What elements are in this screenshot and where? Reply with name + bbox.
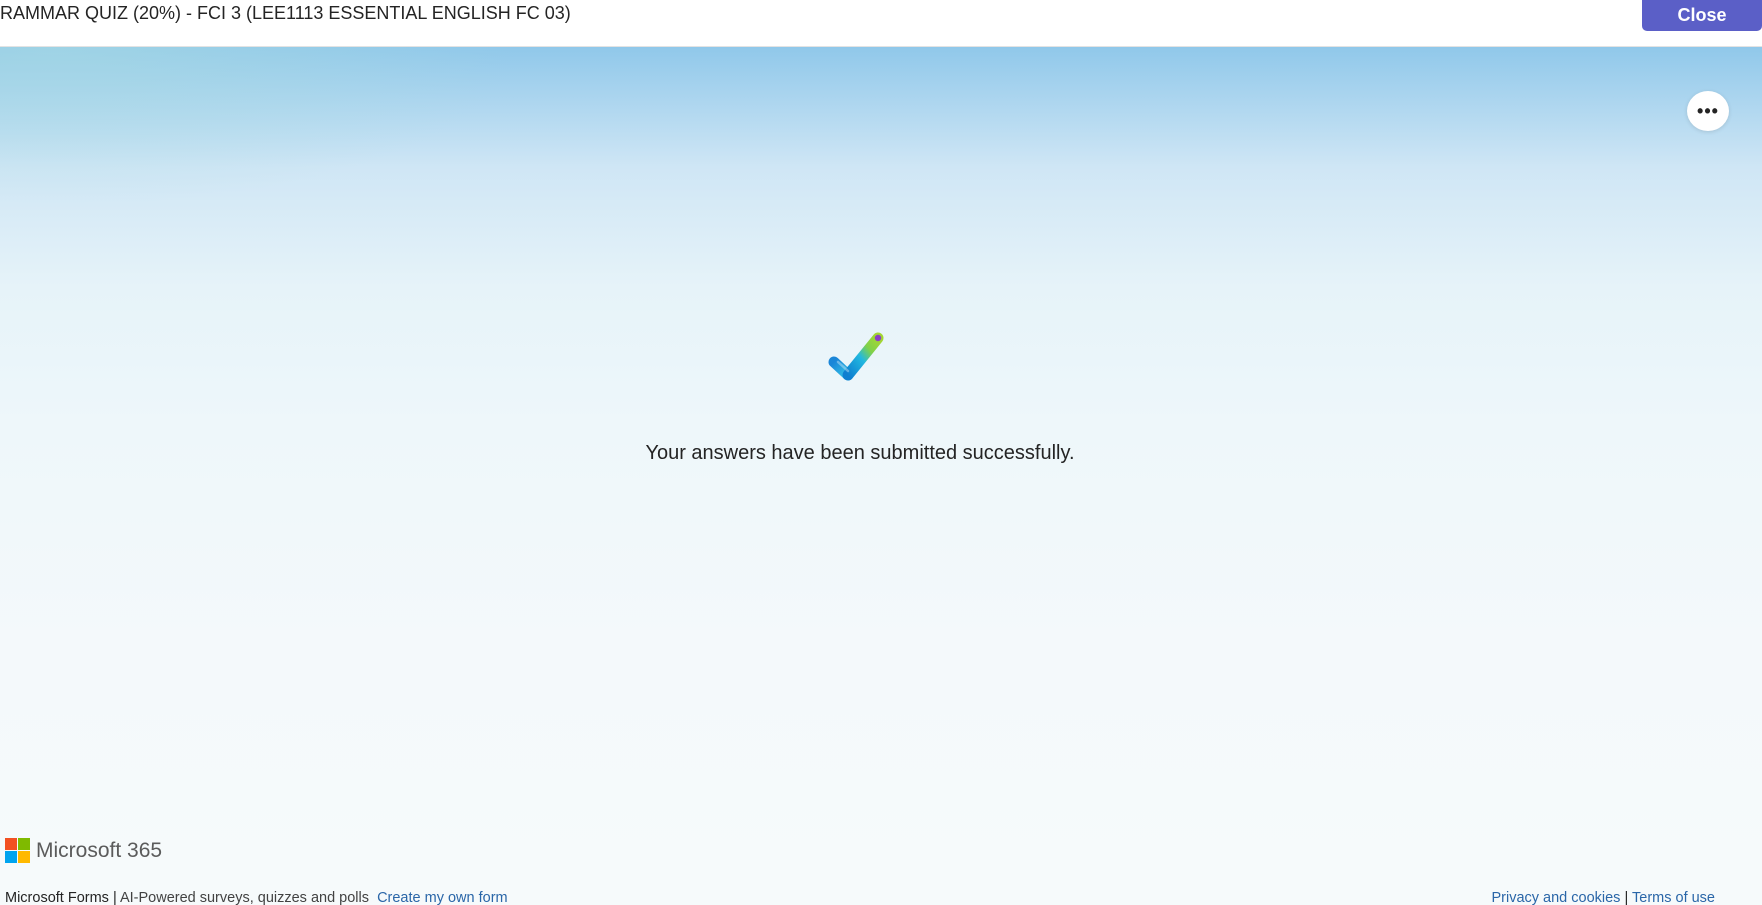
microsoft-365-label: Microsoft 365 (36, 839, 163, 862)
checkmark-icon (828, 332, 884, 381)
microsoft-logo-icon (5, 838, 31, 864)
main-content: ••• Your answers have been submitted suc… (0, 47, 1762, 905)
footer-right: Privacy and cookies | Terms of use (1491, 890, 1715, 905)
forms-tagline: AI-Powered surveys, quizzes and polls (119, 890, 369, 905)
form-title: RAMMAR QUIZ (20%) - FCI 3 (LEE1113 ESSEN… (0, 3, 571, 23)
submission-success-message: Your answers have been submitted success… (645, 442, 1075, 464)
privacy-link[interactable]: Privacy and cookies (1491, 890, 1620, 905)
close-button[interactable]: Close (1642, 0, 1762, 31)
forms-brand: Microsoft Forms (5, 890, 109, 905)
terms-link[interactable]: Terms of use (1632, 890, 1715, 905)
create-form-link[interactable]: Create my own form (377, 890, 508, 905)
footer-separator: | (108, 890, 120, 905)
footer-left: Microsoft Forms | AI-Powered surveys, qu… (5, 890, 508, 905)
footer-separator-right: | (1620, 890, 1632, 905)
more-options-button[interactable]: ••• (1687, 91, 1729, 131)
top-bar: RAMMAR QUIZ (20%) - FCI 3 (LEE1113 ESSEN… (0, 0, 1762, 47)
